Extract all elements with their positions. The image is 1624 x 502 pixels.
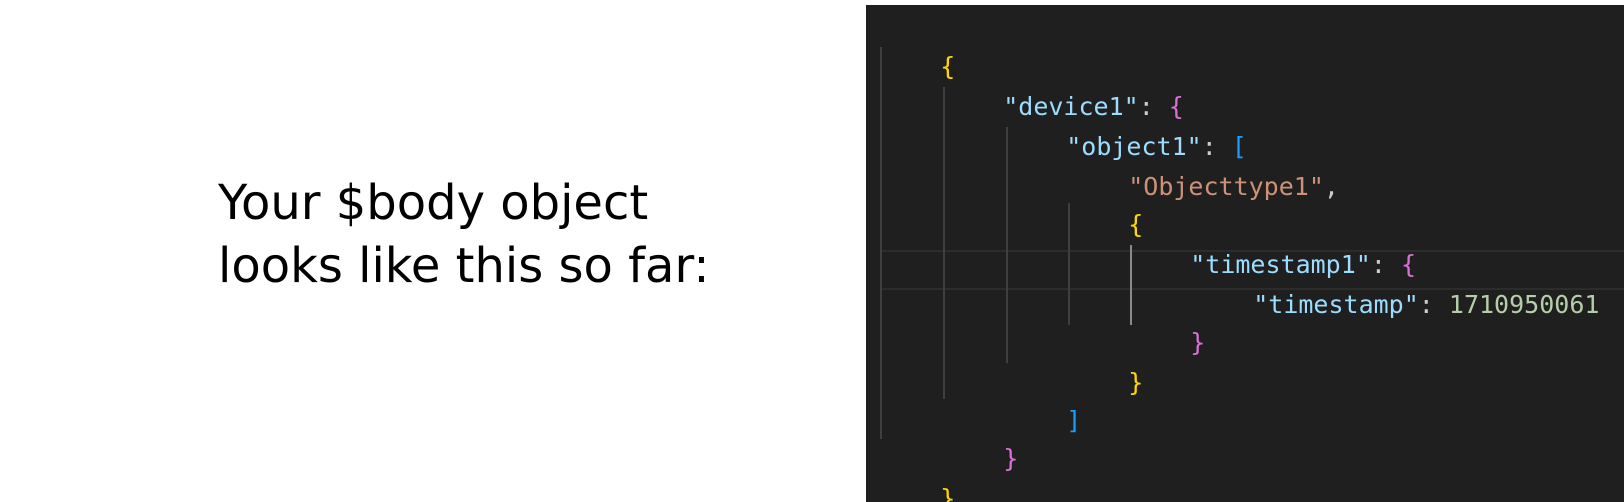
array-close-bracket: ]: [1066, 406, 1082, 435]
caption: Your $body object looks like this so far…: [218, 172, 818, 298]
code-line-1: {: [880, 7, 955, 81]
code-line-5: {: [1068, 165, 1143, 239]
colon: :: [1418, 290, 1449, 319]
code-line-3: "object1": [: [1006, 87, 1247, 161]
string-objecttype1: "Objecttype1": [1128, 172, 1324, 201]
comma: ,: [1323, 172, 1339, 201]
code-line-6: "timestamp1": {: [1130, 205, 1416, 279]
code-line-11: }: [943, 399, 1018, 473]
key-timestamp: "timestamp": [1253, 290, 1419, 319]
timestamp-value: 1710950061: [1448, 290, 1600, 319]
timestamp1-close-brace: }: [1190, 328, 1206, 357]
root-close-brace: }: [940, 484, 956, 502]
code-line-2: "device1": {: [943, 47, 1184, 121]
code-line-7: "timestamp": 1710950061: [1193, 245, 1599, 319]
code-line-8: }: [1130, 283, 1205, 357]
object-close-brace: }: [1128, 368, 1144, 397]
code-editor[interactable]: { "device1": { "object1": [ "Objecttype1…: [866, 5, 1624, 502]
code-line-9: }: [1068, 323, 1143, 397]
code-line-12: }: [880, 439, 955, 502]
code-line-4: "Objecttype1",: [1068, 127, 1339, 201]
code-line-10: ]: [1006, 361, 1081, 435]
device-close-brace: }: [1003, 444, 1019, 473]
caption-line-2: looks like this so far:: [218, 238, 710, 294]
caption-line-1: Your $body object: [218, 175, 649, 231]
